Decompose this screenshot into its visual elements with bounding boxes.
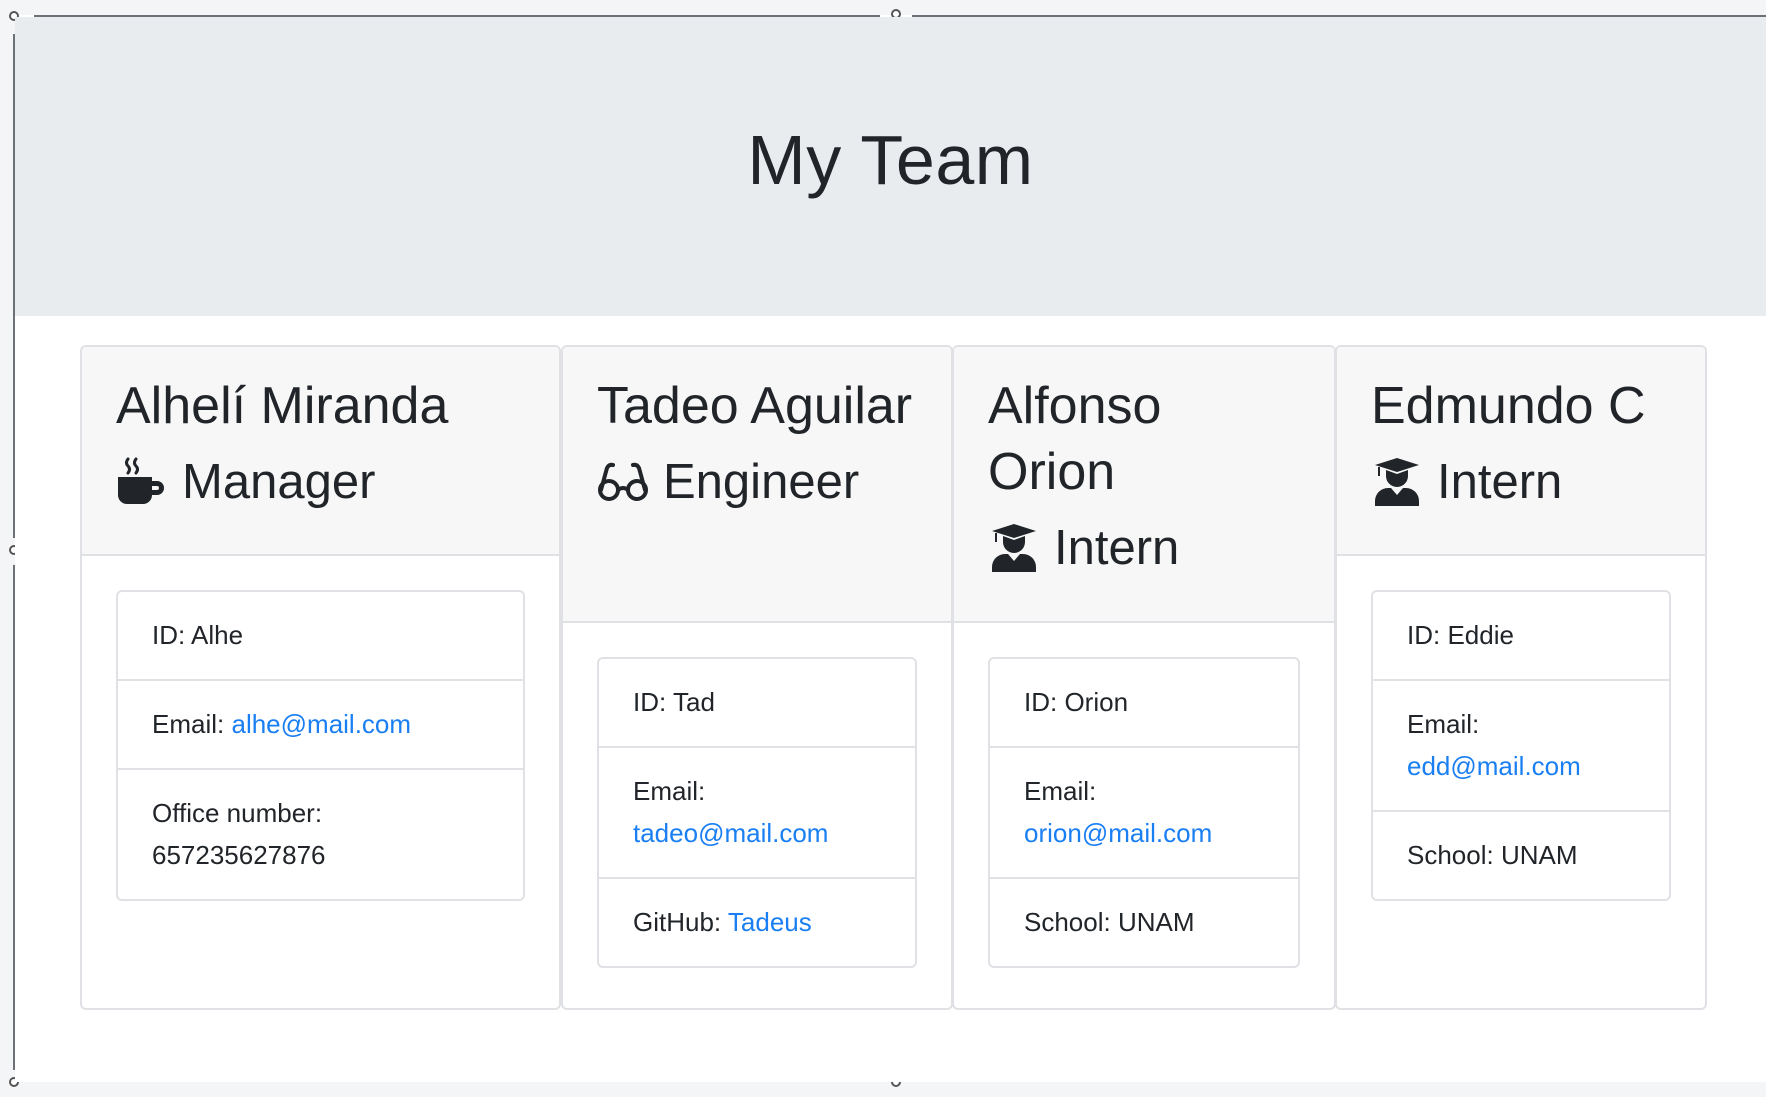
info-list: ID: Tad Email: tadeo@mail.com GitHub: Ta…: [597, 657, 917, 968]
employee-card-intern: Edmundo C Intern ID: Eddie Email: edd@ma…: [1335, 345, 1707, 1010]
jumbotron: My Team: [15, 17, 1766, 316]
list-item-id: ID: Eddie: [1373, 592, 1669, 681]
employee-role: Engineer: [597, 449, 917, 515]
list-item-id: ID: Alhe: [118, 592, 523, 681]
list-item-id: ID: Tad: [599, 659, 915, 748]
github-label: GitHub:: [633, 907, 722, 937]
email-link[interactable]: orion@mail.com: [1024, 818, 1212, 848]
employee-name: Edmundo C: [1371, 377, 1646, 435]
card-body: ID: Eddie Email: edd@mail.com School: UN…: [1337, 556, 1705, 935]
role-label: Intern: [1054, 521, 1180, 575]
employee-name: Alfonso Orion: [988, 377, 1162, 501]
email-label: Email:: [1024, 776, 1097, 806]
role-label: Manager: [182, 455, 376, 509]
email-label: Email:: [633, 776, 706, 806]
editor-frame-top: [0, 0, 1766, 15]
employee-role: Intern: [988, 515, 1300, 581]
glasses-icon: [598, 462, 648, 501]
card-body: ID: Alhe Email: alhe@mail.com Office num…: [82, 556, 559, 935]
info-list: ID: Alhe Email: alhe@mail.com Office num…: [116, 590, 525, 901]
card-body: ID: Tad Email: tadeo@mail.com GitHub: Ta…: [563, 623, 951, 1002]
list-item-office-number: Office number: 657235627876: [118, 770, 523, 899]
list-item-email: Email: edd@mail.com: [1373, 681, 1669, 812]
card-header: Tadeo Aguilar Engineer: [563, 347, 951, 623]
info-list: ID: Eddie Email: edd@mail.com School: UN…: [1371, 590, 1671, 901]
list-item-school: School: UNAM: [1407, 840, 1578, 870]
email-link[interactable]: edd@mail.com: [1407, 751, 1581, 781]
employee-name: Alhelí Miranda: [116, 377, 449, 435]
list-item-github: GitHub: Tadeus: [599, 879, 915, 966]
page-title: My Team: [747, 120, 1034, 199]
web-page: My Team Alhelí Miranda Manager ID: Alhe …: [15, 17, 1766, 1082]
role-label: Engineer: [663, 455, 860, 509]
editor-frame-bottom: [0, 1082, 1766, 1097]
employee-card-intern: Alfonso Orion Intern ID: Orion Email: or…: [952, 345, 1336, 1010]
coffee-mug-icon: [118, 457, 164, 504]
card-header: Edmundo C Intern: [1337, 347, 1705, 556]
card-body: ID: Orion Email: orion@mail.com School: …: [954, 623, 1334, 1002]
employee-role: Intern: [1371, 449, 1671, 515]
card-header: Alfonso Orion Intern: [954, 347, 1334, 623]
list-item-school: School: UNAM: [1024, 907, 1195, 937]
email-link[interactable]: tadeo@mail.com: [633, 818, 828, 848]
email-label: Email:: [1407, 709, 1480, 739]
email-label: Email:: [152, 709, 225, 739]
card-header: Alhelí Miranda Manager: [82, 347, 559, 556]
role-label: Intern: [1437, 455, 1563, 509]
list-item-email: Email: orion@mail.com: [990, 748, 1298, 879]
employee-role: Manager: [116, 449, 525, 515]
list-item-id: ID: Orion: [990, 659, 1298, 748]
office-number-label: Office number:: [152, 798, 323, 828]
github-link[interactable]: Tadeus: [728, 907, 812, 937]
employee-name: Tadeo Aguilar: [597, 377, 913, 435]
employee-card-engineer: Tadeo Aguilar Engineer ID: Tad Email: ta…: [561, 345, 953, 1010]
graduate-icon: [1375, 458, 1419, 506]
list-item-email: Email: tadeo@mail.com: [599, 748, 915, 879]
employee-card-manager: Alhelí Miranda Manager ID: Alhe Email: a…: [80, 345, 561, 1010]
info-list: ID: Orion Email: orion@mail.com School: …: [988, 657, 1300, 968]
list-item-email: Email: alhe@mail.com: [118, 681, 523, 770]
email-link[interactable]: alhe@mail.com: [231, 709, 411, 739]
office-number-value: 657235627876: [152, 840, 326, 870]
graduate-icon: [992, 524, 1036, 572]
